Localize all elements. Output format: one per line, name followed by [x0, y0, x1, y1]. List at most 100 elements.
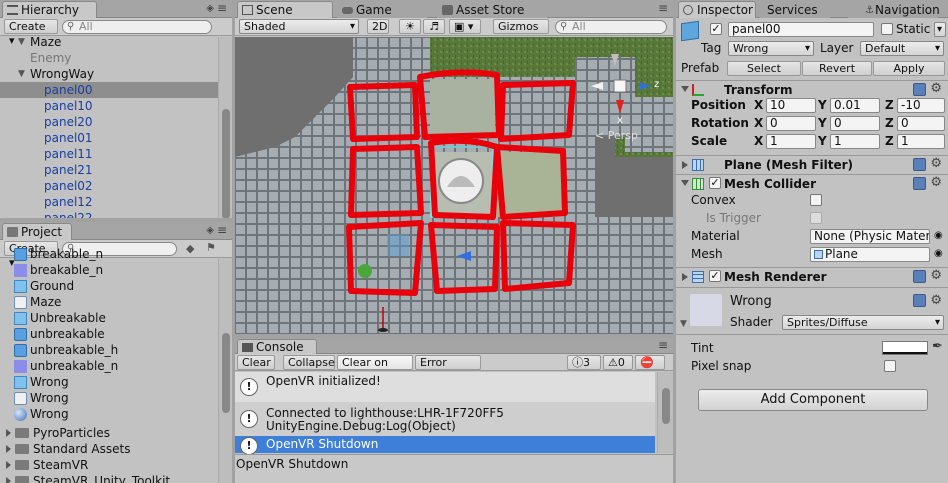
tag-dropdown[interactable]: Wrong	[728, 41, 814, 56]
console-entry-selected[interactable]: ! OpenVR Shutdown	[235, 436, 655, 455]
project-folder-item[interactable]: Standard Assets	[6, 441, 130, 457]
help-book-icon[interactable]	[913, 177, 926, 190]
green-handle[interactable]	[358, 264, 372, 278]
expanded-triangle-icon[interactable]: ▼	[18, 66, 25, 82]
shading-mode-dropdown[interactable]: Shaded	[239, 19, 359, 34]
gear-icon[interactable]: ⚙	[930, 176, 942, 190]
help-book-icon[interactable]	[913, 294, 926, 307]
collapse-triangle-icon[interactable]	[681, 86, 689, 92]
console-entry[interactable]: ! OpenVR initialized!	[235, 372, 655, 402]
help-book-icon[interactable]	[913, 158, 926, 171]
lock-icon[interactable]: ◈	[206, 3, 214, 14]
2d-toggle-button[interactable]: 2D	[367, 19, 389, 34]
transform-rotation-y-field[interactable]: 0	[830, 116, 880, 131]
hierarchy-scrollbar[interactable]	[218, 37, 232, 218]
hierarchy-item[interactable]: ▼ Maze	[0, 34, 218, 50]
shader-dropdown[interactable]: Sprites/Diffuse	[782, 315, 944, 330]
scene-viewport[interactable]: x z < Persp	[235, 37, 673, 334]
tab-game[interactable]: Game	[337, 1, 427, 18]
gear-icon[interactable]: ⚙	[930, 157, 942, 171]
collapse-triangle-icon[interactable]: ▼	[680, 319, 687, 329]
audio-toggle-button[interactable]: ♬	[423, 19, 445, 34]
hierarchy-item[interactable]: panel21	[0, 162, 218, 178]
expand-triangle-icon[interactable]	[682, 161, 688, 169]
project-scrollbar[interactable]	[218, 259, 232, 483]
help-book-icon[interactable]	[913, 270, 926, 283]
gizmos-dropdown[interactable]: Gizmos ▾	[493, 19, 549, 47]
transform-position-x-field[interactable]: 10	[766, 98, 816, 113]
hierarchy-item[interactable]: panel11	[0, 146, 218, 162]
hierarchy-item[interactable]: panel01	[0, 130, 218, 146]
gear-icon[interactable]: ⚙	[930, 293, 942, 308]
mesh-filter-header[interactable]: Plane (Mesh Filter) ⚙	[676, 155, 948, 173]
active-checkbox[interactable]: ✓	[710, 23, 722, 35]
help-book-icon[interactable]	[913, 83, 926, 96]
projection-label[interactable]: < Persp	[595, 129, 638, 142]
error-filter-toggle[interactable]: ⛔0	[635, 355, 665, 383]
physic-material-field[interactable]: None (Physic Materi:	[810, 229, 930, 244]
object-picker-icon[interactable]: ◉	[934, 248, 943, 259]
hierarchy-item[interactable]: panel02	[0, 178, 218, 194]
warning-filter-toggle[interactable]: ⚠0	[603, 355, 633, 370]
transform-rotation-x-field[interactable]: 0	[766, 116, 816, 131]
gear-icon[interactable]: ⚙	[930, 82, 942, 96]
tab-hierarchy[interactable]: Hierarchy	[2, 1, 97, 18]
transform-position-z-field[interactable]: -10	[897, 98, 945, 113]
gizmo-center-cube[interactable]	[613, 79, 627, 93]
collapsed-triangle-icon[interactable]	[6, 461, 11, 469]
collapse-triangle-icon[interactable]	[681, 180, 689, 186]
hierarchy-item[interactable]: panel22	[0, 210, 218, 218]
tab-asset-store[interactable]: Asset Store	[437, 1, 547, 18]
transform-header[interactable]: Transform ⚙	[676, 80, 948, 98]
hierarchy-item[interactable]: panel20	[0, 114, 218, 130]
object-picker-icon[interactable]: ◉	[934, 230, 943, 241]
transform-scale-x-field[interactable]: 1	[766, 134, 816, 149]
add-component-button[interactable]: Add Component	[698, 389, 928, 411]
console-clear-button[interactable]: Clear	[237, 355, 275, 370]
console-collapse-button[interactable]: Collapse	[283, 355, 335, 370]
tint-color-swatch[interactable]	[882, 341, 928, 355]
hierarchy-item[interactable]: panel00	[0, 82, 218, 98]
tab-inspector[interactable]: Inspector	[678, 1, 756, 18]
prefab-select-button[interactable]: Select	[727, 61, 801, 76]
collapsed-triangle-icon[interactable]	[6, 445, 11, 453]
gear-icon[interactable]: ⚙	[930, 269, 942, 283]
scene-view-canvas[interactable]	[235, 37, 673, 334]
panel-menu-icon[interactable]: ≡	[217, 1, 227, 15]
hierarchy-item[interactable]: Enemy	[0, 50, 218, 66]
project-folder-item[interactable]: SteamVR_Unity_Toolkit	[6, 473, 170, 483]
console-clear-on-play-button[interactable]: Clear on Play	[337, 355, 413, 383]
convex-checkbox[interactable]	[810, 194, 822, 206]
mesh-collider-enabled-checkbox[interactable]: ✓	[709, 177, 721, 189]
static-checkbox[interactable]	[881, 23, 893, 35]
panel-menu-icon[interactable]: ≡	[217, 223, 227, 237]
mesh-collider-header[interactable]: ✓ Mesh Collider ⚙	[676, 174, 948, 192]
transform-scale-y-field[interactable]: 1	[830, 134, 880, 149]
prefab-apply-button[interactable]: Apply	[873, 61, 945, 76]
console-scrollbar-thumb[interactable]	[662, 388, 670, 424]
eyedropper-icon[interactable]: ✒	[932, 339, 943, 354]
pixel-snap-checkbox[interactable]	[884, 360, 896, 372]
console-error-pause-button[interactable]: Error Pause	[415, 355, 481, 383]
prefab-revert-button[interactable]: Revert	[802, 61, 872, 76]
hierarchy-item[interactable]: panel10	[0, 98, 218, 114]
object-name-field[interactable]: panel00	[728, 22, 874, 37]
hierarchy-item[interactable]: panel12	[0, 194, 218, 210]
tab-services[interactable]: Services	[760, 1, 830, 18]
mesh-renderer-header[interactable]: ✓ Mesh Renderer ⚙	[676, 267, 948, 285]
panel-menu-icon[interactable]: ≡	[658, 338, 668, 352]
effects-dropdown[interactable]: ▣ ▾	[449, 19, 481, 34]
tab-navigation[interactable]: ⚓ Navigation	[848, 1, 940, 18]
transform-scale-z-field[interactable]: 1	[897, 134, 945, 149]
layer-dropdown[interactable]: Default	[860, 41, 944, 56]
collapsed-triangle-icon[interactable]	[6, 429, 11, 437]
transform-rotation-z-field[interactable]: 0	[897, 116, 945, 131]
static-dropdown[interactable]	[934, 22, 946, 37]
panel-menu-icon[interactable]: ≡	[658, 1, 668, 15]
console-scrollbar[interactable]	[657, 372, 673, 453]
transform-position-y-field[interactable]: 0.01	[830, 98, 880, 113]
project-folder-item[interactable]: PyroParticles	[6, 425, 110, 441]
tab-console[interactable]: Console	[237, 339, 317, 354]
scene-search-input[interactable]: ⚲ All	[555, 20, 667, 34]
info-filter-toggle[interactable]: ⓘ3	[567, 355, 601, 370]
